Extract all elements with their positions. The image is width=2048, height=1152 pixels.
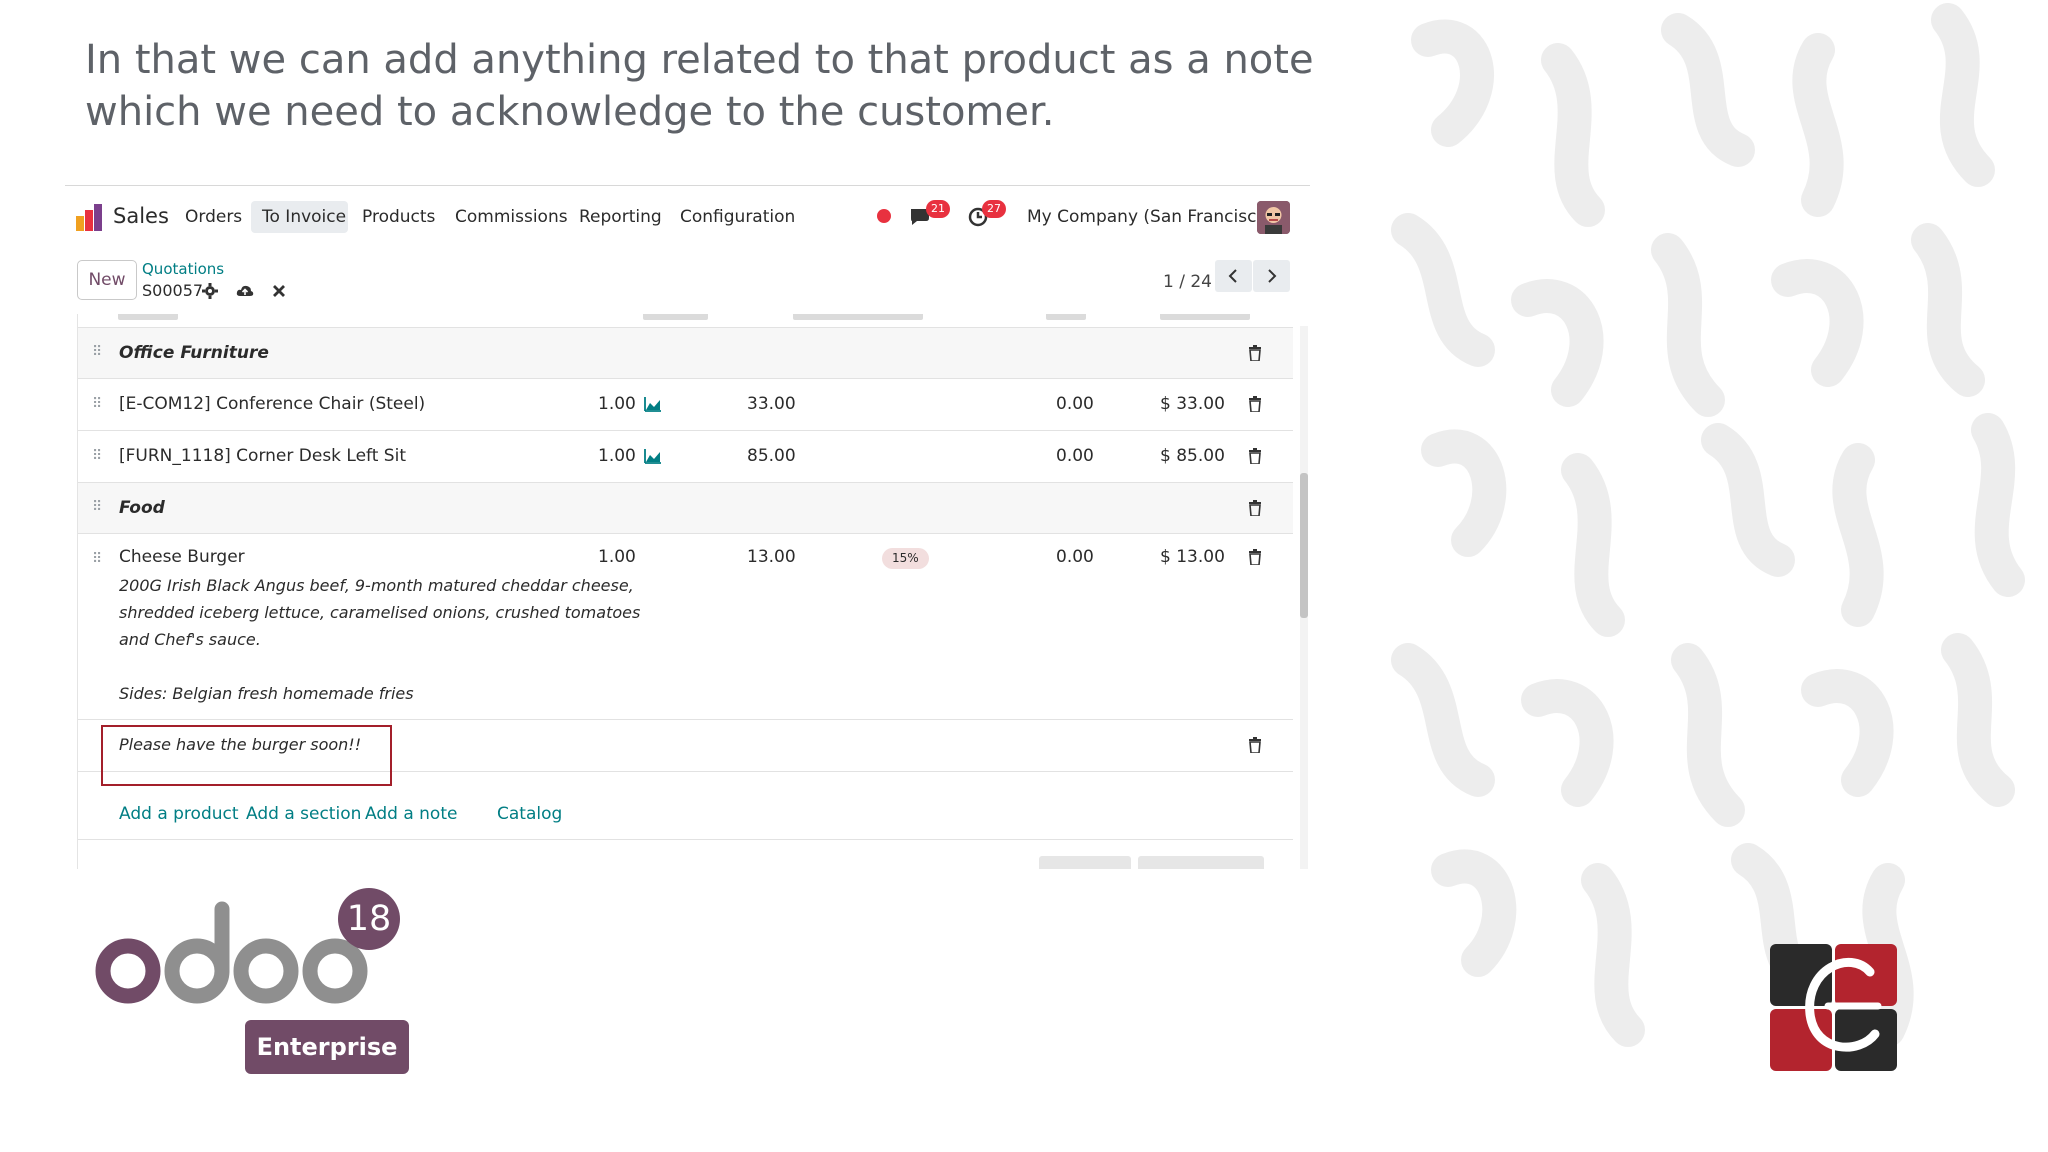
product-description-line[interactable]: shredded iceberg lettuce, caramelised on… (119, 599, 640, 626)
footer-button[interactable] (1138, 856, 1264, 869)
order-lines-table: ⠿ Office Furniture ⠿ [E-COM12] Conferenc… (77, 314, 1293, 869)
top-navbar: Sales Orders To Invoice Products Commiss… (65, 186, 1310, 248)
section-name[interactable]: Office Furniture (119, 343, 269, 363)
product-row[interactable]: ⠿ [FURN_1118] Corner Desk Left Sit 1.00 … (78, 431, 1293, 483)
discount[interactable]: 0.00 (1056, 394, 1094, 414)
scrollbar-thumb[interactable] (1300, 473, 1308, 618)
odoo-window: Sales Orders To Invoice Products Commiss… (65, 185, 1310, 869)
drag-handle-icon[interactable]: ⠿ (92, 550, 104, 568)
messages-badge: 21 (926, 200, 950, 218)
product-name[interactable]: [E-COM12] Conference Chair (Steel) (119, 394, 425, 414)
catalog-link[interactable]: Catalog (497, 804, 562, 824)
chart-icon[interactable] (644, 396, 662, 412)
discount[interactable]: 0.00 (1056, 547, 1094, 567)
add-note-link[interactable]: Add a note (365, 804, 457, 824)
product-row[interactable]: ⠿ Cheese Burger 200G Irish Black Angus b… (78, 534, 1293, 720)
table-footer-divider (78, 839, 1293, 840)
product-description-line[interactable]: 200G Irish Black Angus beef, 9-month mat… (119, 572, 634, 599)
odoo-version-badge: 18 (338, 888, 400, 950)
quantity[interactable]: 1.00 (598, 446, 636, 466)
quantity[interactable]: 1.00 (598, 547, 636, 567)
menu-configuration[interactable]: Configuration (680, 207, 795, 227)
menu-orders[interactable]: Orders (185, 207, 242, 227)
gear-icon[interactable] (201, 282, 219, 300)
pager-next-button[interactable] (1253, 260, 1290, 292)
trash-icon[interactable] (1248, 396, 1262, 412)
quantity[interactable]: 1.00 (598, 394, 636, 414)
menu-to-invoice[interactable]: To Invoice (262, 207, 346, 227)
unit-price[interactable]: 13.00 (747, 547, 796, 567)
slide-caption: In that we can add anything related to t… (85, 37, 1314, 135)
pattern-graphic (1391, 3, 2025, 1047)
decorative-pattern (1368, 0, 2048, 1075)
drag-handle-icon[interactable]: ⠿ (92, 498, 104, 516)
section-row[interactable]: ⠿ Food (78, 483, 1293, 534)
drag-handle-icon[interactable]: ⠿ (92, 343, 104, 361)
unit-price[interactable]: 33.00 (747, 394, 796, 414)
product-description-line[interactable]: and Chef's sauce. (119, 626, 261, 653)
product-name[interactable]: [FURN_1118] Corner Desk Left Sit (119, 446, 406, 466)
sales-app-icon[interactable] (76, 204, 102, 231)
add-product-link[interactable]: Add a product (119, 804, 239, 824)
drag-handle-icon[interactable]: ⠿ (92, 447, 104, 465)
slide: In that we can add anything related to t… (0, 0, 2048, 1152)
pager-value[interactable]: 1 / 24 (1163, 272, 1212, 292)
menu-reporting[interactable]: Reporting (579, 207, 662, 227)
control-panel: New Quotations S00057 1 / 24 (65, 248, 1310, 314)
discount[interactable]: 0.00 (1056, 446, 1094, 466)
pager-previous-button[interactable] (1215, 260, 1252, 292)
trash-icon[interactable] (1248, 500, 1262, 516)
chevron-left-icon (1228, 269, 1237, 283)
user-avatar[interactable] (1257, 201, 1290, 234)
status-dot-icon[interactable] (876, 208, 892, 224)
company-switcher[interactable]: My Company (San Francisco) (1027, 207, 1273, 227)
breadcrumb-record: S00057 (142, 281, 204, 300)
footer-button[interactable] (1039, 856, 1131, 869)
avatar-image (1257, 201, 1290, 234)
cloud-upload-icon[interactable] (236, 282, 254, 300)
menu-commissions[interactable]: Commissions (455, 207, 568, 227)
product-row[interactable]: ⠿ [E-COM12] Conference Chair (Steel) 1.0… (78, 379, 1293, 431)
add-section-link[interactable]: Add a section (246, 804, 361, 824)
product-description-line[interactable]: Sides: Belgian fresh homemade fries (119, 680, 414, 707)
activities-badge: 27 (982, 200, 1006, 218)
company-logo (1770, 944, 1897, 1071)
chevron-right-icon (1268, 269, 1277, 283)
trash-icon[interactable] (1248, 549, 1262, 565)
unit-price[interactable]: 85.00 (747, 446, 796, 466)
chart-icon[interactable] (644, 448, 662, 464)
drag-handle-icon[interactable]: ⠿ (92, 395, 104, 413)
new-button[interactable]: New (77, 260, 137, 300)
trash-icon[interactable] (1248, 737, 1262, 753)
table-header-row (78, 314, 1293, 328)
enterprise-badge: Enterprise (245, 1020, 409, 1074)
app-name[interactable]: Sales (113, 204, 169, 228)
product-name[interactable]: Cheese Burger (119, 547, 245, 567)
amount: $ 13.00 (1160, 547, 1225, 567)
tax-badge[interactable]: 15% (882, 548, 929, 569)
amount: $ 33.00 (1160, 394, 1225, 414)
note-highlight-box (101, 725, 392, 786)
section-row[interactable]: ⠿ Office Furniture (78, 328, 1293, 379)
section-name[interactable]: Food (119, 498, 165, 518)
trash-icon[interactable] (1248, 345, 1262, 361)
menu-products[interactable]: Products (362, 207, 435, 227)
breadcrumb-quotations[interactable]: Quotations (142, 260, 224, 278)
amount: $ 85.00 (1160, 446, 1225, 466)
trash-icon[interactable] (1248, 448, 1262, 464)
close-icon[interactable] (270, 282, 288, 300)
